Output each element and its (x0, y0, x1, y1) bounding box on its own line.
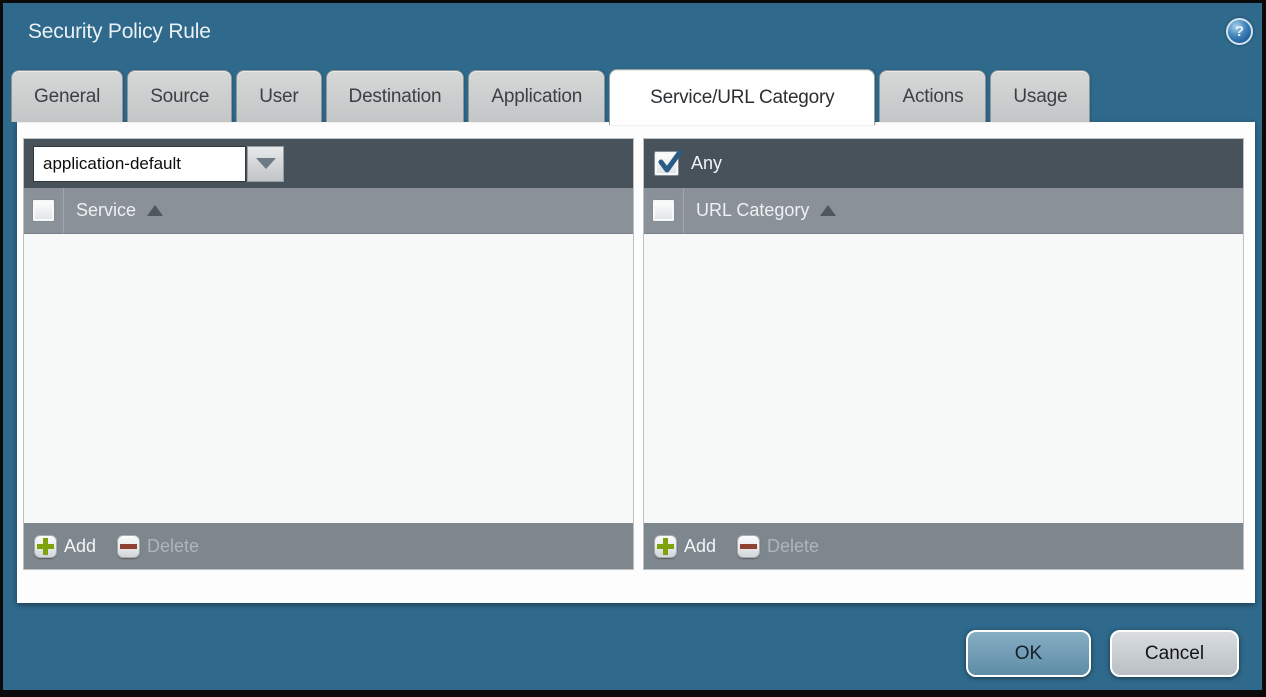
service-list-header: Service (24, 188, 633, 234)
tab-content: Service Add Delete (17, 122, 1255, 603)
dialog-title: Security Policy Rule (28, 20, 211, 44)
tab-general[interactable]: General (11, 70, 123, 122)
service-column-label: Service (76, 200, 136, 221)
tab-source[interactable]: Source (127, 70, 232, 122)
any-checkbox[interactable] (654, 151, 679, 176)
add-label: Add (64, 536, 96, 557)
chevron-down-icon (256, 158, 276, 169)
plus-icon (34, 535, 57, 558)
url-category-column-label: URL Category (696, 200, 809, 221)
service-type-dropdown-button[interactable] (247, 146, 284, 182)
service-delete-button[interactable]: Delete (117, 535, 199, 558)
url-category-select-all-checkbox[interactable] (652, 199, 675, 222)
ok-button[interactable]: OK (966, 630, 1091, 677)
service-type-input[interactable] (33, 146, 246, 182)
any-label: Any (691, 153, 722, 174)
service-type-combo (33, 146, 284, 182)
url-category-add-button[interactable]: Add (654, 535, 716, 558)
minus-icon (117, 535, 140, 558)
security-policy-rule-dialog: Security Policy Rule ? General Source Us… (0, 0, 1266, 697)
service-list (24, 234, 633, 523)
minus-icon (737, 535, 760, 558)
sort-ascending-icon (147, 205, 163, 216)
tab-destination[interactable]: Destination (326, 70, 465, 122)
tab-user[interactable]: User (236, 70, 321, 122)
service-footer: Add Delete (24, 523, 633, 569)
service-select-all-checkbox[interactable] (32, 199, 55, 222)
url-category-delete-button[interactable]: Delete (737, 535, 819, 558)
url-category-footer: Add Delete (644, 523, 1243, 569)
add-label: Add (684, 536, 716, 557)
url-category-list (644, 234, 1243, 523)
tab-actions[interactable]: Actions (879, 70, 986, 122)
url-category-panel: Any URL Category Add (643, 138, 1244, 570)
tab-application[interactable]: Application (468, 70, 605, 122)
delete-label: Delete (147, 536, 199, 557)
url-category-column-header[interactable]: URL Category (684, 188, 836, 233)
cancel-button[interactable]: Cancel (1110, 630, 1239, 677)
plus-icon (654, 535, 677, 558)
service-add-button[interactable]: Add (34, 535, 96, 558)
service-panel: Service Add Delete (23, 138, 634, 570)
tab-usage[interactable]: Usage (990, 70, 1090, 122)
service-column-header[interactable]: Service (64, 188, 163, 233)
tab-bar: General Source User Destination Applicat… (11, 69, 1261, 122)
delete-label: Delete (767, 536, 819, 557)
url-category-topbar: Any (644, 139, 1243, 188)
sort-ascending-icon (820, 205, 836, 216)
service-topbar (24, 139, 633, 188)
help-icon[interactable]: ? (1226, 18, 1253, 45)
tab-service-url-category[interactable]: Service/URL Category (609, 69, 875, 125)
url-category-list-header: URL Category (644, 188, 1243, 234)
